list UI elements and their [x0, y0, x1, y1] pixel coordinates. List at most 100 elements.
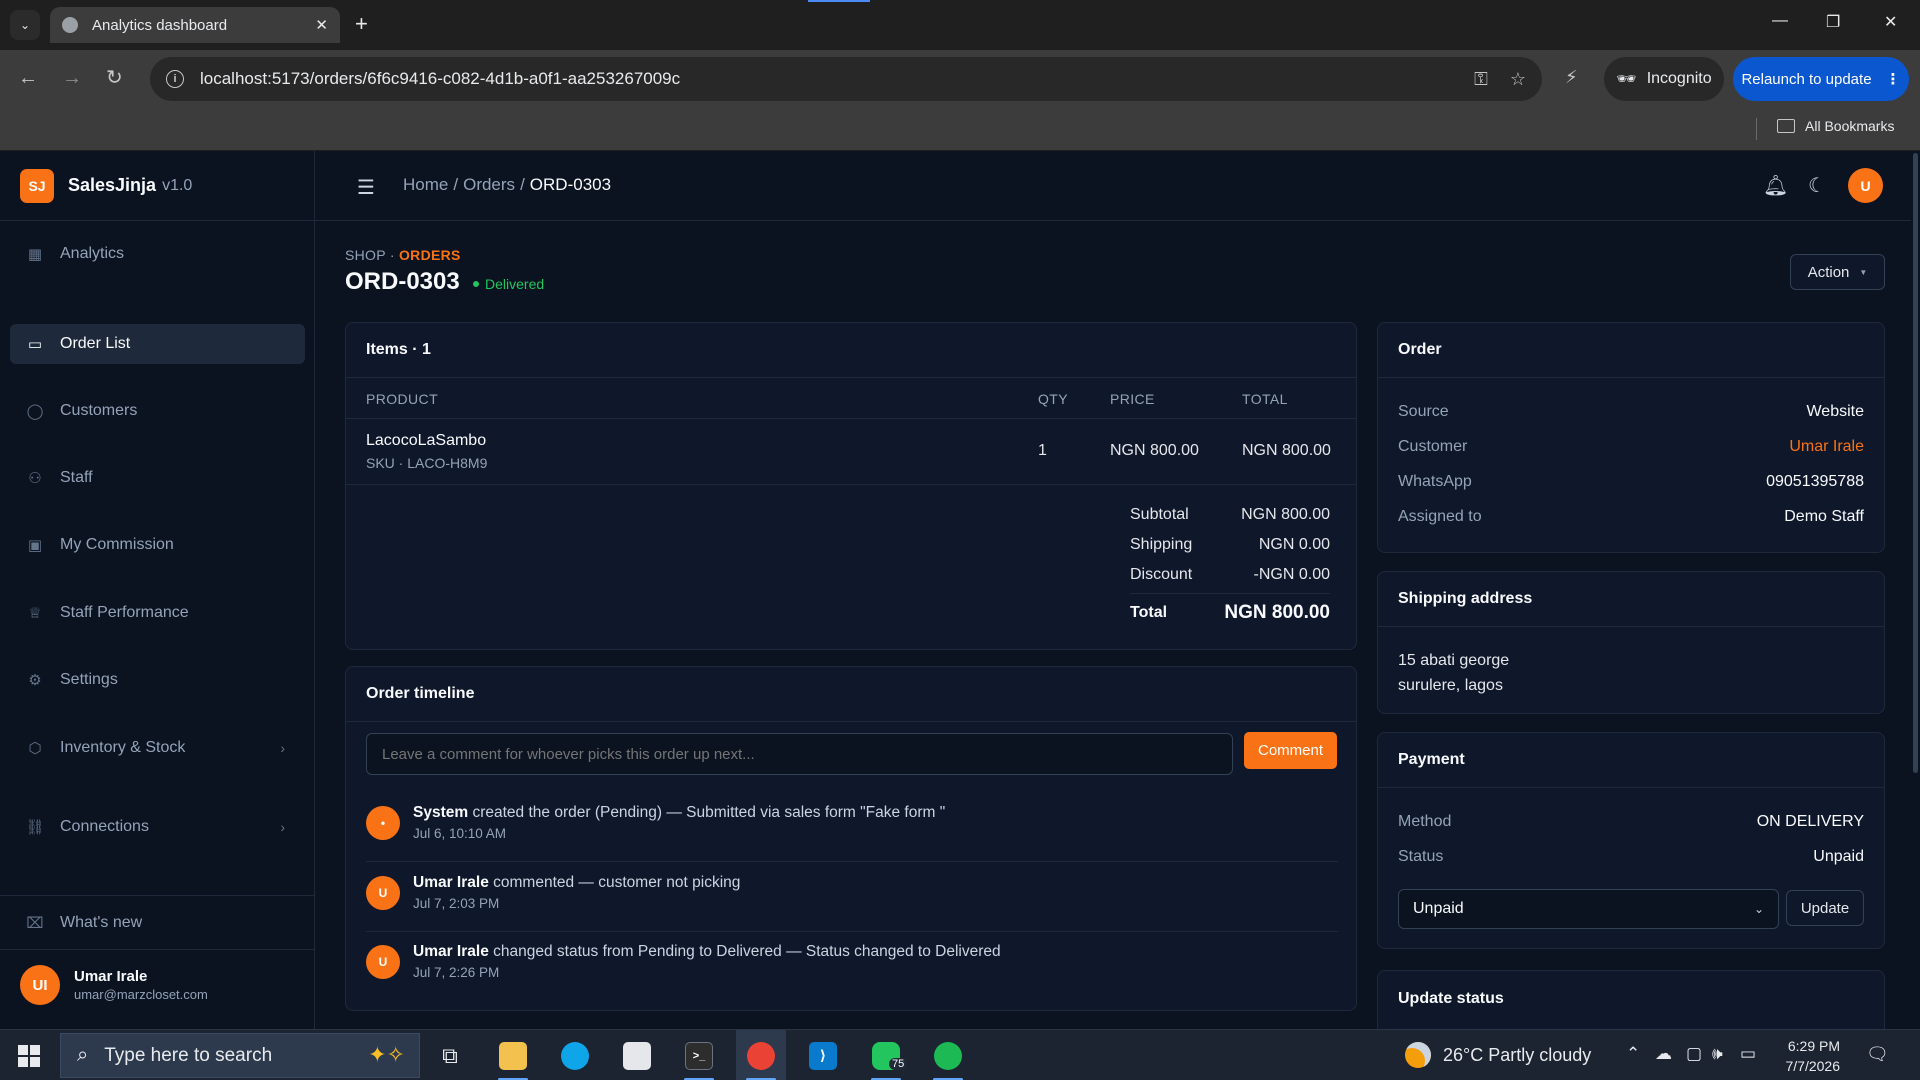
browser-toolbar: ← → ↻ i localhost:5173/orders/6f6c9416-c…: [0, 50, 1920, 108]
sidebar-divider: [0, 949, 315, 950]
eyebrow-separator: ·: [385, 247, 399, 263]
search-placeholder: Type here to search: [104, 1044, 273, 1066]
browser-tab[interactable]: Analytics dashboard ✕: [50, 7, 340, 43]
sidebar-item-analytics[interactable]: ▦ Analytics: [10, 234, 305, 274]
sidebar-item-label: Analytics: [60, 245, 125, 262]
partly-cloudy-icon: [1405, 1042, 1431, 1068]
breadcrumb-home[interactable]: Home: [403, 175, 448, 194]
globe-icon: [62, 17, 78, 33]
close-window-button[interactable]: ✕: [1884, 12, 1897, 32]
sidebar-item-my-commission[interactable]: ▣ My Commission: [10, 525, 305, 565]
site-info-icon[interactable]: i: [166, 70, 184, 88]
incognito-indicator[interactable]: 🕶 Incognito: [1604, 57, 1724, 101]
select-value: Unpaid: [1413, 900, 1464, 917]
tab-search-button[interactable]: ⌄: [10, 10, 40, 40]
comment-button[interactable]: Comment: [1244, 732, 1337, 769]
sidebar-item-settings[interactable]: ⚙ Settings: [10, 660, 305, 700]
close-icon[interactable]: ✕: [315, 16, 328, 34]
sidebar-item-inventory[interactable]: ⬡ Inventory & Stock ›: [10, 728, 305, 768]
page-scrollbar[interactable]: [1911, 151, 1920, 1029]
restore-button[interactable]: ❐: [1826, 12, 1840, 32]
vscode-icon[interactable]: ⟩: [798, 1030, 848, 1080]
scrollbar-thumb[interactable]: [1913, 153, 1918, 773]
taskbar-search[interactable]: ⌕ Type here to search ✦✧: [60, 1033, 420, 1078]
gift-icon: ⌧: [26, 915, 44, 932]
user-profile[interactable]: UI Umar Irale umar@marzcloset.com: [20, 965, 208, 1005]
comment-input[interactable]: [366, 733, 1233, 775]
sidebar-item-customers[interactable]: ◯ Customers: [10, 391, 305, 431]
sidebar-item-staff[interactable]: ⚇ Staff: [10, 458, 305, 498]
star-icon[interactable]: ☆: [1510, 69, 1526, 90]
extension-icon[interactable]: ⚡: [1565, 67, 1578, 88]
terminal-icon[interactable]: >_: [674, 1030, 724, 1080]
reload-button[interactable]: ↻: [106, 66, 123, 90]
notifications-icon[interactable]: 🗨: [1866, 1044, 1889, 1065]
chrome-icon[interactable]: [736, 1030, 786, 1080]
back-button[interactable]: ←: [18, 66, 38, 90]
chevron-down-icon: ⌄: [19, 18, 31, 32]
task-view-icon[interactable]: ⧉: [425, 1030, 475, 1080]
moon-icon[interactable]: ☾: [1808, 173, 1826, 198]
brand-name: SalesJinja: [68, 175, 157, 195]
brand-version: v1.0: [162, 176, 193, 194]
weather-widget[interactable]: 26°C Partly cloudy: [1405, 1042, 1591, 1068]
timeline-event: U Umar Irale changed status from Pending…: [366, 931, 1338, 1001]
col-qty: QTY: [1038, 391, 1068, 407]
avatar[interactable]: U: [1848, 168, 1883, 203]
menu-icon[interactable]: ☰: [357, 175, 375, 200]
url-text[interactable]: localhost:5173/orders/6f6c9416-c082-4d1b…: [200, 69, 1452, 89]
customer-link[interactable]: Umar Irale: [1789, 438, 1864, 456]
battery-icon[interactable]: ▭: [1740, 1044, 1756, 1064]
discount-label: Discount: [1130, 566, 1193, 583]
device-icon[interactable]: ▢: [1686, 1044, 1702, 1064]
relaunch-button[interactable]: Relaunch to update ⋮: [1733, 57, 1909, 101]
timeline-event-time: Jul 7, 2:03 PM: [413, 896, 500, 911]
action-button[interactable]: Action ▼: [1790, 254, 1885, 290]
file-explorer-icon[interactable]: [488, 1030, 538, 1080]
payment-update-button[interactable]: Update: [1786, 890, 1864, 926]
brand[interactable]: SJ SalesJinja v1.0: [0, 151, 315, 221]
sidebar-item-label: Staff: [60, 469, 93, 486]
sidebar-item-order-list[interactable]: ▭ Order List: [10, 324, 305, 364]
tray-chevron-up-icon[interactable]: ⌃: [1626, 1044, 1640, 1064]
avatar: U: [366, 945, 400, 979]
spotify-icon[interactable]: [923, 1030, 973, 1080]
update-status-card: Update status: [1377, 970, 1885, 1029]
sidebar-divider: [0, 895, 315, 896]
new-tab-button[interactable]: +: [355, 12, 368, 36]
sidebar-item-connections[interactable]: ⛓ Connections ›: [10, 807, 305, 847]
shipping-title: Shipping address: [1378, 572, 1884, 627]
payment-status-select[interactable]: Unpaid ⌄: [1398, 889, 1779, 929]
system-clock[interactable]: 6:29 PM 7/7/2026: [1768, 1036, 1841, 1076]
wallet-icon: ▣: [27, 537, 43, 554]
table-row[interactable]: LacocoLaSambo SKU · LACO-H8M9 1 NGN 800.…: [346, 420, 1356, 485]
forward-button[interactable]: →: [62, 66, 82, 90]
timeline-event-time: Jul 6, 10:10 AM: [413, 826, 507, 841]
tab-title: Analytics dashboard: [92, 16, 228, 34]
user-email: umar@marzcloset.com: [74, 987, 208, 1002]
link-icon: ⛓: [25, 819, 45, 836]
minimize-button[interactable]: —: [1772, 12, 1788, 30]
windows-start-icon[interactable]: [18, 1045, 40, 1067]
breadcrumb-orders[interactable]: Orders: [463, 175, 515, 194]
whatsapp-icon[interactable]: 75: [861, 1030, 911, 1080]
volume-icon[interactable]: 🕪: [1712, 1044, 1723, 1064]
chevron-right-icon: ›: [280, 819, 285, 835]
col-total: TOTAL: [1242, 391, 1288, 407]
key-icon[interactable]: ⚿: [1474, 69, 1488, 90]
sidebar-item-staff-performance[interactable]: ♕ Staff Performance: [10, 593, 305, 633]
eyebrow-orders: ORDERS: [398, 247, 461, 263]
more-icon[interactable]: ⋮: [1886, 70, 1901, 88]
product-name[interactable]: LacocoLaSambo: [366, 432, 486, 450]
onedrive-icon[interactable]: ☁: [1655, 1044, 1672, 1064]
browser-tab-strip: ⌄ Analytics dashboard ✕ + — ❐ ✕: [0, 0, 1920, 50]
app-root: SJ SalesJinja v1.0 ▦ Analytics ▭ Order L…: [0, 151, 1920, 1029]
avatar: U: [366, 876, 400, 910]
sidebar-item-whats-new[interactable]: ⌧ What's new: [10, 903, 305, 943]
store-icon[interactable]: [612, 1030, 662, 1080]
event-actor: Umar Irale: [413, 874, 489, 891]
all-bookmarks-button[interactable]: All Bookmarks: [1777, 118, 1894, 134]
edge-icon[interactable]: [550, 1030, 600, 1080]
address-bar[interactable]: i localhost:5173/orders/6f6c9416-c082-4d…: [150, 57, 1542, 101]
bell-icon[interactable]: 🔔︎: [1763, 173, 1788, 198]
